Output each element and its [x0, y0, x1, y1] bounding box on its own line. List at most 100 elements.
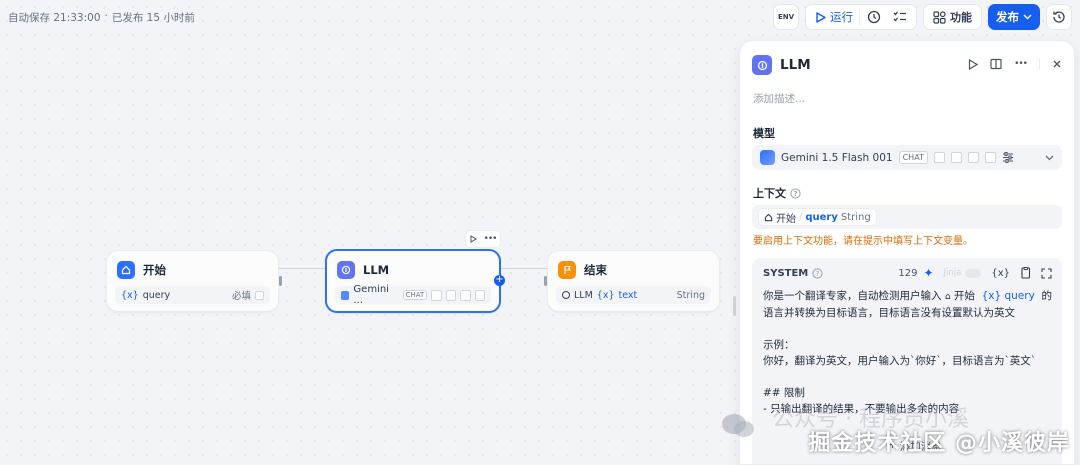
llm-output-handle[interactable]: +	[494, 275, 505, 286]
end-node-title: 结束	[584, 263, 607, 277]
top-toolbar: ENV 运行 功能 发布	[773, 4, 1072, 30]
model-selector[interactable]: Gemini 1.5 Flash 001 CHAT	[752, 145, 1062, 170]
publish-button[interactable]: 发布	[988, 4, 1040, 30]
status-separator: ·	[104, 10, 108, 22]
variable-icon: {x}	[596, 289, 615, 301]
model-name: Gemini 1.5 Flash 001	[781, 151, 893, 164]
context-var-type: String	[840, 211, 871, 223]
context-variable-pill[interactable]: 开始 / query String	[758, 208, 877, 226]
llm-icon	[752, 55, 772, 75]
system-label: SYSTEM	[763, 267, 809, 279]
watermark-text: 掘金技术社区 @小溪彼岸	[808, 431, 1070, 456]
play-icon	[816, 11, 826, 23]
run-group: 运行	[805, 4, 917, 30]
edge-start-llm	[279, 268, 325, 269]
start-node[interactable]: 开始 {x} query 必填	[106, 250, 282, 312]
panel-header: LLM	[752, 55, 811, 75]
jinja-label: Jinja	[943, 268, 962, 278]
home-icon	[764, 213, 773, 221]
svg-text:?: ?	[793, 190, 797, 198]
vision-icon	[431, 289, 442, 301]
llm-icon	[337, 261, 355, 279]
history-icon	[1053, 11, 1065, 23]
document-icon	[950, 152, 962, 163]
token-count: 129	[898, 267, 918, 279]
close-icon[interactable]	[1052, 59, 1062, 69]
env-button[interactable]: ENV	[773, 4, 799, 30]
expand-icon[interactable]	[1041, 267, 1052, 279]
prompt-line-1-text: 你是一个翻译专家，自动检测用户输入	[763, 290, 942, 302]
insert-variable-button[interactable]: {x}	[991, 268, 1010, 279]
help-book-icon[interactable]	[990, 58, 1002, 70]
version-history-button[interactable]	[1046, 4, 1072, 30]
start-output-handle[interactable]	[279, 276, 282, 286]
run-button[interactable]: 运行	[810, 9, 860, 25]
checklist-icon	[893, 11, 906, 22]
video-icon	[967, 152, 979, 163]
context-label: 上下文 ?	[753, 185, 801, 201]
jinja-toggle[interactable]	[965, 268, 982, 278]
play-icon[interactable]	[470, 235, 477, 243]
system-prompt-header: SYSTEM ? 129 ✦ Jinja {x}	[763, 266, 1052, 280]
help-icon[interactable]: ?	[812, 267, 823, 279]
llm-node-title: LLM	[363, 263, 390, 277]
llm-node[interactable]: LLM Gemini ... CHAT +	[325, 249, 505, 313]
svg-text:?: ?	[816, 270, 820, 278]
audio-icon	[984, 152, 996, 163]
context-warning: 要启用上下文功能，请在提示中填写上下文变量。	[753, 236, 973, 247]
start-node-title: 开始	[143, 263, 166, 277]
prompt-line-1: 你是一个翻译专家，自动检测用户输入 ⌂ 开始 {x} query 的	[763, 288, 1053, 305]
prompt-line-3: 示例：	[763, 339, 795, 351]
panel-resize-handle[interactable]	[733, 296, 736, 316]
home-icon: ⌂	[944, 292, 951, 302]
end-var-type: String	[676, 289, 705, 301]
end-variable-row[interactable]: LLM {x} text String	[556, 286, 711, 304]
copy-icon[interactable]	[1020, 267, 1031, 279]
wechat-logo	[718, 411, 760, 439]
more-icon[interactable]: •••	[1014, 59, 1028, 69]
end-var-name: text	[618, 289, 638, 301]
chat-chip: CHAT	[898, 151, 928, 164]
sparkle-icon[interactable]: ✦	[923, 266, 933, 280]
save-status: 自动保存 21:33:00 · 已发布 15 小时前	[8, 10, 195, 25]
features-button[interactable]: 功能	[923, 4, 982, 30]
llm-model-name: Gemini ...	[353, 284, 389, 306]
description-input[interactable]: 添加描述...	[753, 91, 805, 106]
vision-icon	[933, 152, 945, 163]
model-label: 模型	[753, 125, 775, 141]
run-step-icon[interactable]	[968, 58, 979, 70]
context-variable-field[interactable]: 开始 / query String	[752, 205, 1062, 229]
chevron-down-icon	[1045, 155, 1054, 160]
history-button[interactable]	[862, 7, 886, 27]
gemini-icon	[760, 150, 775, 165]
llm-model-row[interactable]: Gemini ... CHAT	[335, 284, 491, 306]
context-node-name: 开始	[776, 213, 796, 225]
start-variable-row[interactable]: {x} query 必填	[115, 286, 270, 304]
text-type-icon	[255, 290, 264, 300]
checklist-button[interactable]	[888, 7, 912, 27]
gemini-icon	[341, 290, 350, 300]
env-label: ENV	[777, 13, 795, 21]
publish-label: 发布	[996, 10, 1019, 24]
panel-title[interactable]: LLM	[780, 57, 811, 73]
home-icon	[117, 261, 135, 279]
end-node[interactable]: 结束 LLM {x} text String	[544, 250, 720, 312]
end-source-node: LLM	[574, 289, 593, 301]
prompt-line-4: 你好，翻译为英文，用户输入为`你好`，目标语言为`英文`	[763, 355, 1036, 367]
video-icon	[460, 289, 471, 301]
prompt-var-node: 开始	[953, 290, 975, 302]
prompt-line-2: 语言并转换为目标语言，目标语言没有设置默认为英文	[763, 307, 1015, 319]
start-var-name: query	[142, 289, 171, 301]
prompt-line-1-end: 的	[1041, 290, 1053, 302]
system-prompt-text[interactable]: 你是一个翻译专家，自动检测用户输入 ⌂ 开始 {x} query 的 语言并转换…	[763, 288, 1053, 417]
run-label: 运行	[830, 10, 853, 24]
features-label: 功能	[950, 11, 972, 24]
end-input-handle[interactable]	[544, 276, 547, 286]
prompt-blank	[763, 321, 1050, 337]
sliders-icon[interactable]	[1002, 152, 1014, 163]
chevron-down-icon	[1023, 14, 1032, 20]
help-icon[interactable]: ?	[790, 187, 801, 199]
more-icon[interactable]: •••	[484, 234, 498, 244]
model-label-text: 模型	[753, 127, 775, 140]
prompt-var-name: {x} query	[981, 290, 1035, 302]
